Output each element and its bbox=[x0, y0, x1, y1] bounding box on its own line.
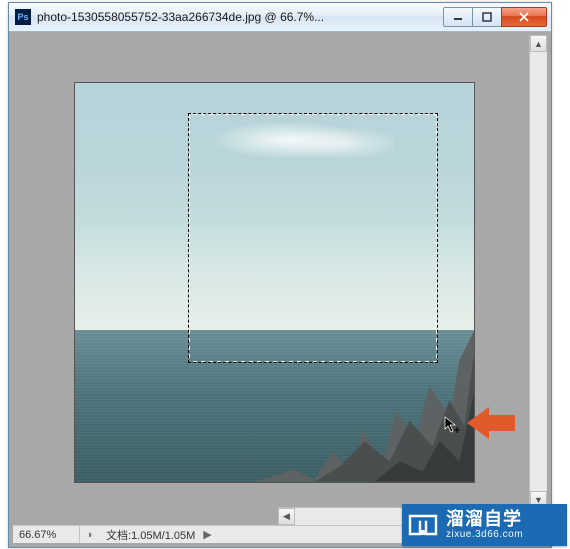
watermark-badge: 溜溜自学 zixue.3d66.com bbox=[402, 504, 567, 546]
rectangular-selection-marquee[interactable] bbox=[188, 113, 438, 363]
scroll-left-button[interactable]: ◀ bbox=[278, 508, 295, 525]
vertical-scrollbar[interactable]: ▲ ▼ bbox=[529, 35, 547, 508]
watermark-logo-icon bbox=[402, 504, 444, 546]
zoom-level[interactable]: 66.67% bbox=[13, 526, 80, 543]
window-controls bbox=[444, 7, 547, 27]
photoshop-app-icon: Ps bbox=[15, 9, 31, 25]
watermark-title: 溜溜自学 bbox=[446, 510, 523, 530]
minimize-button[interactable] bbox=[443, 7, 473, 27]
document-size-label: 文档:1.05M/1.05M bbox=[98, 527, 203, 543]
maximize-button[interactable] bbox=[472, 7, 502, 27]
photoshop-document-window: Ps photo-1530558055752-33aa266734de.jpg … bbox=[8, 2, 552, 548]
watermark-url: zixue.3d66.com bbox=[446, 529, 523, 540]
annotation-arrow-icon bbox=[465, 403, 525, 443]
titlebar[interactable]: Ps photo-1530558055752-33aa266734de.jpg … bbox=[9, 3, 551, 32]
status-info-icon[interactable]: ◑ bbox=[80, 526, 98, 543]
image-canvas[interactable] bbox=[75, 83, 474, 482]
window-title: photo-1530558055752-33aa266734de.jpg @ 6… bbox=[37, 10, 444, 24]
document-workarea: ▲ ▼ ◀ ▶ bbox=[13, 35, 547, 525]
move-cursor-icon bbox=[443, 415, 463, 435]
watermark-text: 溜溜自学 zixue.3d66.com bbox=[446, 510, 523, 541]
close-button[interactable] bbox=[501, 7, 547, 27]
scroll-up-button[interactable]: ▲ bbox=[530, 35, 547, 52]
status-menu-chevron-icon[interactable]: ▶ bbox=[203, 528, 217, 541]
